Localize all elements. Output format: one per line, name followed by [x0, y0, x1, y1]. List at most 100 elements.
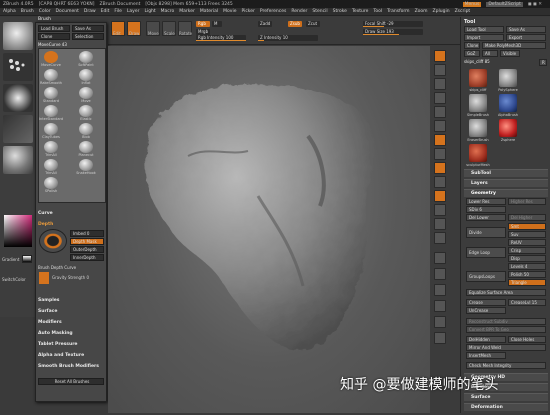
uncrease-button[interactable]: UnCrease — [466, 307, 506, 314]
menu-zoom[interactable]: Zoom — [415, 9, 428, 14]
scale-view-button[interactable] — [434, 218, 446, 230]
convert-bpr-button[interactable]: Convert BPR To Geo — [466, 326, 546, 333]
tool-polysphere-thumb[interactable] — [499, 69, 517, 87]
menu-light[interactable]: Light — [144, 9, 155, 14]
surface-tool-section[interactable]: Surface — [464, 393, 548, 401]
tool-sculpturmesh-thumb[interactable] — [469, 144, 487, 162]
mirror-weld-button[interactable]: Mirror And Weld — [466, 344, 546, 351]
brush-blob-icon[interactable] — [79, 123, 93, 135]
crease-level-slider[interactable]: CreaseLvl 15 — [508, 299, 546, 306]
transp-button[interactable] — [434, 268, 446, 280]
curve-section[interactable]: Curve — [38, 211, 53, 216]
triangle-toggle[interactable]: Triangle — [508, 279, 546, 286]
menu-file[interactable]: File — [114, 9, 122, 14]
del-hidden-button[interactable]: DelHidden — [466, 336, 506, 343]
crease-button[interactable]: Crease — [466, 299, 506, 306]
depth-mask-toggle[interactable]: Depth Mask — [70, 238, 104, 245]
rgb-intensity-slider[interactable]: Rgb Intensity 100 — [196, 35, 246, 41]
brush-inflat-icon[interactable] — [79, 69, 93, 81]
lsym-button[interactable] — [434, 176, 446, 188]
z-intensity-slider[interactable]: Z Intensity 10 — [258, 35, 318, 41]
clone-tool-button[interactable]: Clone — [464, 42, 480, 49]
suv-toggle[interactable]: Suv — [508, 231, 546, 238]
focal-shift-slider[interactable]: Focal Shift -29 — [363, 21, 423, 27]
equalize-surface-button[interactable]: Equalize Surface Area — [466, 289, 546, 296]
canvas-viewport[interactable] — [108, 46, 430, 413]
tool-simplebrush-thumb[interactable] — [469, 94, 487, 112]
brush-snakehook-icon[interactable] — [79, 159, 93, 171]
menu-alpha[interactable]: Alpha — [3, 9, 16, 14]
menu-document[interactable]: Document — [56, 9, 79, 14]
menu-edit[interactable]: Edit — [101, 9, 110, 14]
zoom-button[interactable] — [434, 92, 446, 104]
tool-alphabrush-thumb[interactable] — [499, 94, 517, 112]
menu-marker[interactable]: Marker — [179, 9, 195, 14]
brush-rakesmooth-icon[interactable] — [44, 69, 58, 81]
menus-button[interactable]: Menus — [462, 1, 482, 7]
depth-section[interactable]: Depth — [38, 222, 53, 227]
tablet-pressure-section[interactable]: Tablet Pressure — [38, 342, 77, 347]
floor-button[interactable] — [434, 148, 446, 160]
tool-zsphere-thumb[interactable] — [499, 119, 517, 137]
gradient-swatch[interactable] — [22, 255, 32, 263]
refresh-tool-button[interactable]: R — [539, 59, 547, 66]
check-mesh-integrity-button[interactable]: Check Mesh Integrity — [466, 362, 546, 369]
default-zscript-button[interactable]: DefaultZScript — [486, 1, 523, 7]
subtool-section[interactable]: SubTool — [464, 169, 548, 177]
rotate-button[interactable]: Rotate — [178, 21, 192, 36]
save-brush-button[interactable]: Save As — [72, 25, 104, 32]
window-controls-icon[interactable]: ◼ ◼ ✕ — [528, 2, 542, 7]
reconstruct-subdiv-button[interactable]: Reconstruct Subdiv — [466, 318, 546, 325]
spix-button[interactable] — [434, 64, 446, 76]
frame-button[interactable] — [434, 190, 446, 202]
menu-stencil[interactable]: Stencil — [312, 9, 327, 14]
insert-mesh-button[interactable]: InsertMesh — [466, 352, 506, 359]
goz-button[interactable]: GoZ — [464, 50, 480, 57]
zadd-toggle[interactable]: Zadd — [258, 21, 272, 27]
scroll-button[interactable] — [434, 78, 446, 90]
smt-toggle[interactable]: Smt — [508, 223, 546, 230]
menu-preferences[interactable]: Preferences — [260, 9, 286, 14]
load-tool-button[interactable]: Load Tool — [464, 26, 504, 33]
goz-all-button[interactable]: All — [482, 50, 498, 57]
brush-interstandard-icon[interactable] — [44, 105, 58, 117]
brush-thumbnail[interactable] — [3, 22, 33, 50]
zsub-toggle[interactable]: Zsub — [288, 21, 302, 27]
brush-standard-icon[interactable] — [44, 87, 58, 99]
menu-movie[interactable]: Movie — [223, 9, 236, 14]
menu-zplugin[interactable]: Zplugin — [433, 9, 450, 14]
brush-move-icon[interactable] — [79, 87, 93, 99]
menu-material[interactable]: Material — [200, 9, 218, 14]
edit-button[interactable]: Edit — [111, 21, 125, 36]
divide-button[interactable]: Divide — [466, 227, 506, 238]
surface-section[interactable]: Surface — [38, 309, 57, 314]
reset-all-brushes-button[interactable]: Reset All Brushes — [38, 378, 104, 385]
persp-button[interactable] — [434, 134, 446, 146]
move-button[interactable]: Move — [146, 21, 160, 36]
edge-loop-button[interactable]: Edge Loop — [466, 247, 506, 258]
auto-masking-section[interactable]: Auto Masking — [38, 331, 73, 336]
aahalf-button[interactable] — [434, 120, 446, 132]
ghost-button[interactable] — [434, 316, 446, 328]
modifiers-section[interactable]: Modifiers — [38, 320, 62, 325]
groups-loops-button[interactable]: GroupsLoops — [466, 271, 506, 282]
brush-spolish-icon[interactable] — [44, 177, 58, 189]
menu-draw[interactable]: Draw — [84, 9, 96, 14]
lower-res-button[interactable]: Lower Res — [466, 198, 506, 205]
samples-section[interactable]: Samples — [38, 298, 59, 303]
brush-trimall-icon[interactable] — [44, 141, 58, 153]
brush-depth-curve-label[interactable]: Brush Depth Curve — [38, 265, 76, 270]
texture-thumbnail[interactable] — [3, 115, 33, 143]
menu-color[interactable]: Color — [39, 9, 51, 14]
menu-picker[interactable]: Picker — [241, 9, 254, 14]
alpha-texture-section[interactable]: Alpha and Texture — [38, 353, 84, 358]
tool-eraserbrush-thumb[interactable] — [469, 119, 487, 137]
reuv-button[interactable]: ReUV — [508, 239, 546, 246]
menu-macro[interactable]: Macro — [161, 9, 175, 14]
menu-layer[interactable]: Layer — [127, 9, 140, 14]
solo-button[interactable] — [434, 300, 446, 312]
gravity-strength-slider[interactable]: Gravity Strength 0 — [52, 275, 89, 280]
disp-toggle[interactable]: Disp — [508, 255, 546, 262]
brush-elastic-icon[interactable] — [79, 105, 93, 117]
draw-button[interactable]: Draw — [127, 21, 141, 36]
